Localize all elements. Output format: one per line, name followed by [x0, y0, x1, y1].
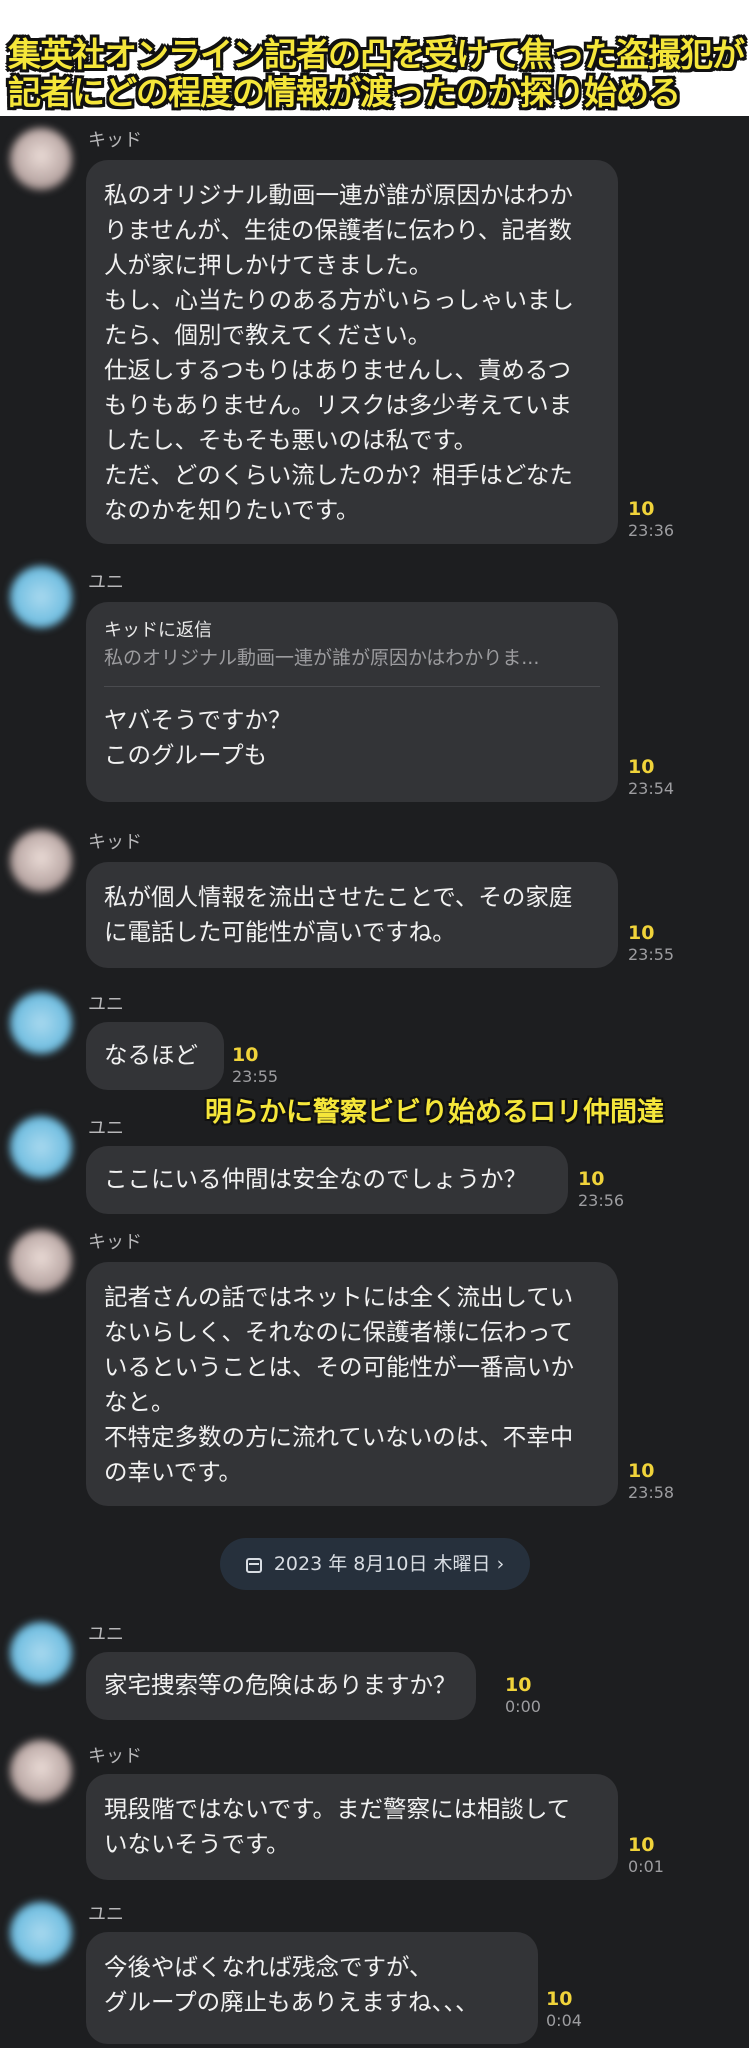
- read-count: 10: [232, 1044, 259, 1066]
- message-line: に電話した可能性が高いですね。: [104, 918, 456, 946]
- message-time: 23:36: [628, 521, 675, 540]
- message-bubble[interactable]: 私が個人情報を流出させたことで、その家庭 に電話した可能性が高いですね。: [86, 862, 618, 968]
- message-time: 23:54: [628, 779, 675, 798]
- message-line: いないそうです。: [104, 1830, 290, 1858]
- message-meta: 10 23:56: [578, 1168, 624, 1212]
- message-bubble[interactable]: なるほど: [86, 1022, 224, 1090]
- message-bubble[interactable]: 私のオリジナル動画一連が誰が原因かはわか りませんが、生徒の保護者に伝わり、記者…: [86, 160, 618, 544]
- message-line: ないらしく、それなのに保護者様に伝わって: [104, 1318, 573, 1346]
- message-meta: 10 23:36: [628, 498, 674, 542]
- message-meta: 10 23:55: [628, 922, 674, 966]
- message-line: ただ、どのくらい流したのか？相手はどなた: [104, 461, 573, 489]
- message-time: 23:55: [628, 945, 675, 964]
- caption-line-2: 記者にどの程度の情報が渡ったのか探り始める: [8, 73, 681, 112]
- avatar-kid[interactable]: [10, 830, 72, 892]
- avatar-kid[interactable]: [10, 1740, 72, 1802]
- read-count: 10: [628, 922, 655, 944]
- message-meta: 10 0:00: [505, 1674, 541, 1718]
- reply-quote[interactable]: 私のオリジナル動画一連が誰が原因かはわかりま...: [104, 644, 600, 672]
- message-bubble[interactable]: 今後やばくなれば残念ですが、 グループの廃止もありえますね、、、: [86, 1932, 538, 2044]
- read-count: 10: [628, 1460, 655, 1482]
- avatar-yuni[interactable]: [10, 992, 72, 1054]
- message-bubble[interactable]: キッドに返信 私のオリジナル動画一連が誰が原因かはわかりま... ヤバそうですか…: [86, 602, 618, 802]
- overlay-caption: 明らかに警察ビビり始めるロリ仲間達: [205, 1097, 664, 1128]
- read-count: 10: [628, 1834, 655, 1856]
- message-line: 記者さんの話ではネットには全く流出してい: [104, 1283, 574, 1311]
- message-line: なのかを知りたいです。: [104, 496, 360, 524]
- message-time: 23:58: [628, 1483, 675, 1502]
- calendar-icon: [245, 1558, 262, 1573]
- caption-banner: 集英社オンライン記者の凸を受けて焦った盗撮犯が 記者にどの程度の情報が渡ったのか…: [0, 0, 749, 116]
- sender-name: キッド: [88, 832, 142, 853]
- message-line: 家宅捜索等の危険はありますか？: [104, 1671, 457, 1699]
- avatar-yuni[interactable]: [10, 566, 72, 628]
- message-line: 人が家に押しかけてきました。: [104, 251, 433, 279]
- message-line: もりもありません。リスクは多少考えていま: [104, 391, 573, 419]
- message-time: 23:55: [232, 1067, 279, 1086]
- message-line: 現段階ではないです。まだ警察には相談して: [104, 1795, 571, 1823]
- read-count: 10: [628, 498, 655, 520]
- message-line: もし、心当たりのある方がいらっしゃいまし: [104, 286, 574, 314]
- message-line: したし、そもそも悪いのは私です。: [104, 426, 478, 454]
- message-line: 仕返しするつもりはありませんし、責めるつ: [104, 356, 571, 384]
- reply-header: キッドに返信: [104, 620, 212, 641]
- message-line: 今後やばくなれば残念ですが、: [104, 1953, 433, 1981]
- avatar-yuni[interactable]: [10, 1622, 72, 1684]
- message-line: なるほど: [104, 1041, 198, 1069]
- message-meta: 10 23:55: [232, 1044, 278, 1088]
- read-count: 10: [578, 1168, 605, 1190]
- sender-name: ユニ: [88, 1118, 124, 1139]
- message-line: ヤバそうですか？: [104, 706, 292, 734]
- message-time: 23:56: [578, 1191, 625, 1210]
- chevron-right-icon: ›: [496, 1553, 505, 1575]
- sender-name: ユニ: [88, 572, 124, 593]
- message-line: なと。: [104, 1388, 175, 1416]
- sender-name: キッド: [88, 1232, 142, 1253]
- message-time: 0:01: [628, 1857, 664, 1876]
- read-count: 10: [505, 1674, 532, 1696]
- avatar-kid[interactable]: [10, 1230, 72, 1292]
- message-meta: 10 0:04: [546, 1988, 582, 2032]
- chat-view[interactable]: キッド 私のオリジナル動画一連が誰が原因かはわか りませんが、生徒の保護者に伝わ…: [0, 116, 749, 2048]
- message-meta: 10 0:01: [628, 1834, 664, 1878]
- sender-name: キッド: [88, 1746, 142, 1767]
- message-bubble[interactable]: 現段階ではないです。まだ警察には相談して いないそうです。: [86, 1774, 618, 1880]
- avatar-yuni[interactable]: [10, 1116, 72, 1178]
- message-time: 0:04: [546, 2011, 582, 2030]
- message-line: の幸いです。: [104, 1458, 242, 1486]
- date-divider-text: 2023 年 8月10日 木曜日: [273, 1553, 491, 1575]
- message-line: いるということは、その可能性が一番高いか: [104, 1353, 574, 1381]
- message-line: ここにいる仲間は安全なのでしょうか？: [104, 1165, 527, 1193]
- message-meta: 10 23:54: [628, 756, 674, 800]
- message-line: 私が個人情報を流出させたことで、その家庭: [104, 883, 573, 911]
- read-count: 10: [628, 756, 655, 778]
- message-bubble[interactable]: 家宅捜索等の危険はありますか？: [86, 1652, 476, 1720]
- sender-name: キッド: [88, 130, 142, 151]
- sender-name: ユニ: [88, 1624, 124, 1645]
- message-meta: 10 23:58: [628, 1460, 674, 1504]
- message-line: 私のオリジナル動画一連が誰が原因かはわか: [104, 181, 574, 209]
- message-line: 不特定多数の方に流れていないのは、不幸中: [104, 1423, 574, 1451]
- message-line: りませんが、生徒の保護者に伝わり、記者数: [104, 216, 572, 244]
- screenshot: 集英社オンライン記者の凸を受けて焦った盗撮犯が 記者にどの程度の情報が渡ったのか…: [0, 0, 749, 2048]
- sender-name: ユニ: [88, 994, 124, 1015]
- date-divider[interactable]: 2023 年 8月10日 木曜日 ›: [220, 1538, 530, 1590]
- read-count: 10: [546, 1988, 573, 2010]
- message-time: 0:00: [505, 1697, 541, 1716]
- sender-name: ユニ: [88, 1904, 124, 1925]
- message-line: このグループも: [104, 741, 268, 769]
- avatar-kid[interactable]: [10, 128, 72, 190]
- message-line: グループの廃止もありえますね、、、: [104, 1988, 479, 2016]
- message-line: たら、個別で教えてください。: [104, 321, 432, 349]
- avatar-yuni[interactable]: [10, 1902, 72, 1964]
- message-bubble[interactable]: 記者さんの話ではネットには全く流出してい ないらしく、それなのに保護者様に伝わっ…: [86, 1262, 618, 1506]
- message-bubble[interactable]: ここにいる仲間は安全なのでしょうか？: [86, 1146, 568, 1214]
- reply-divider: [104, 686, 600, 687]
